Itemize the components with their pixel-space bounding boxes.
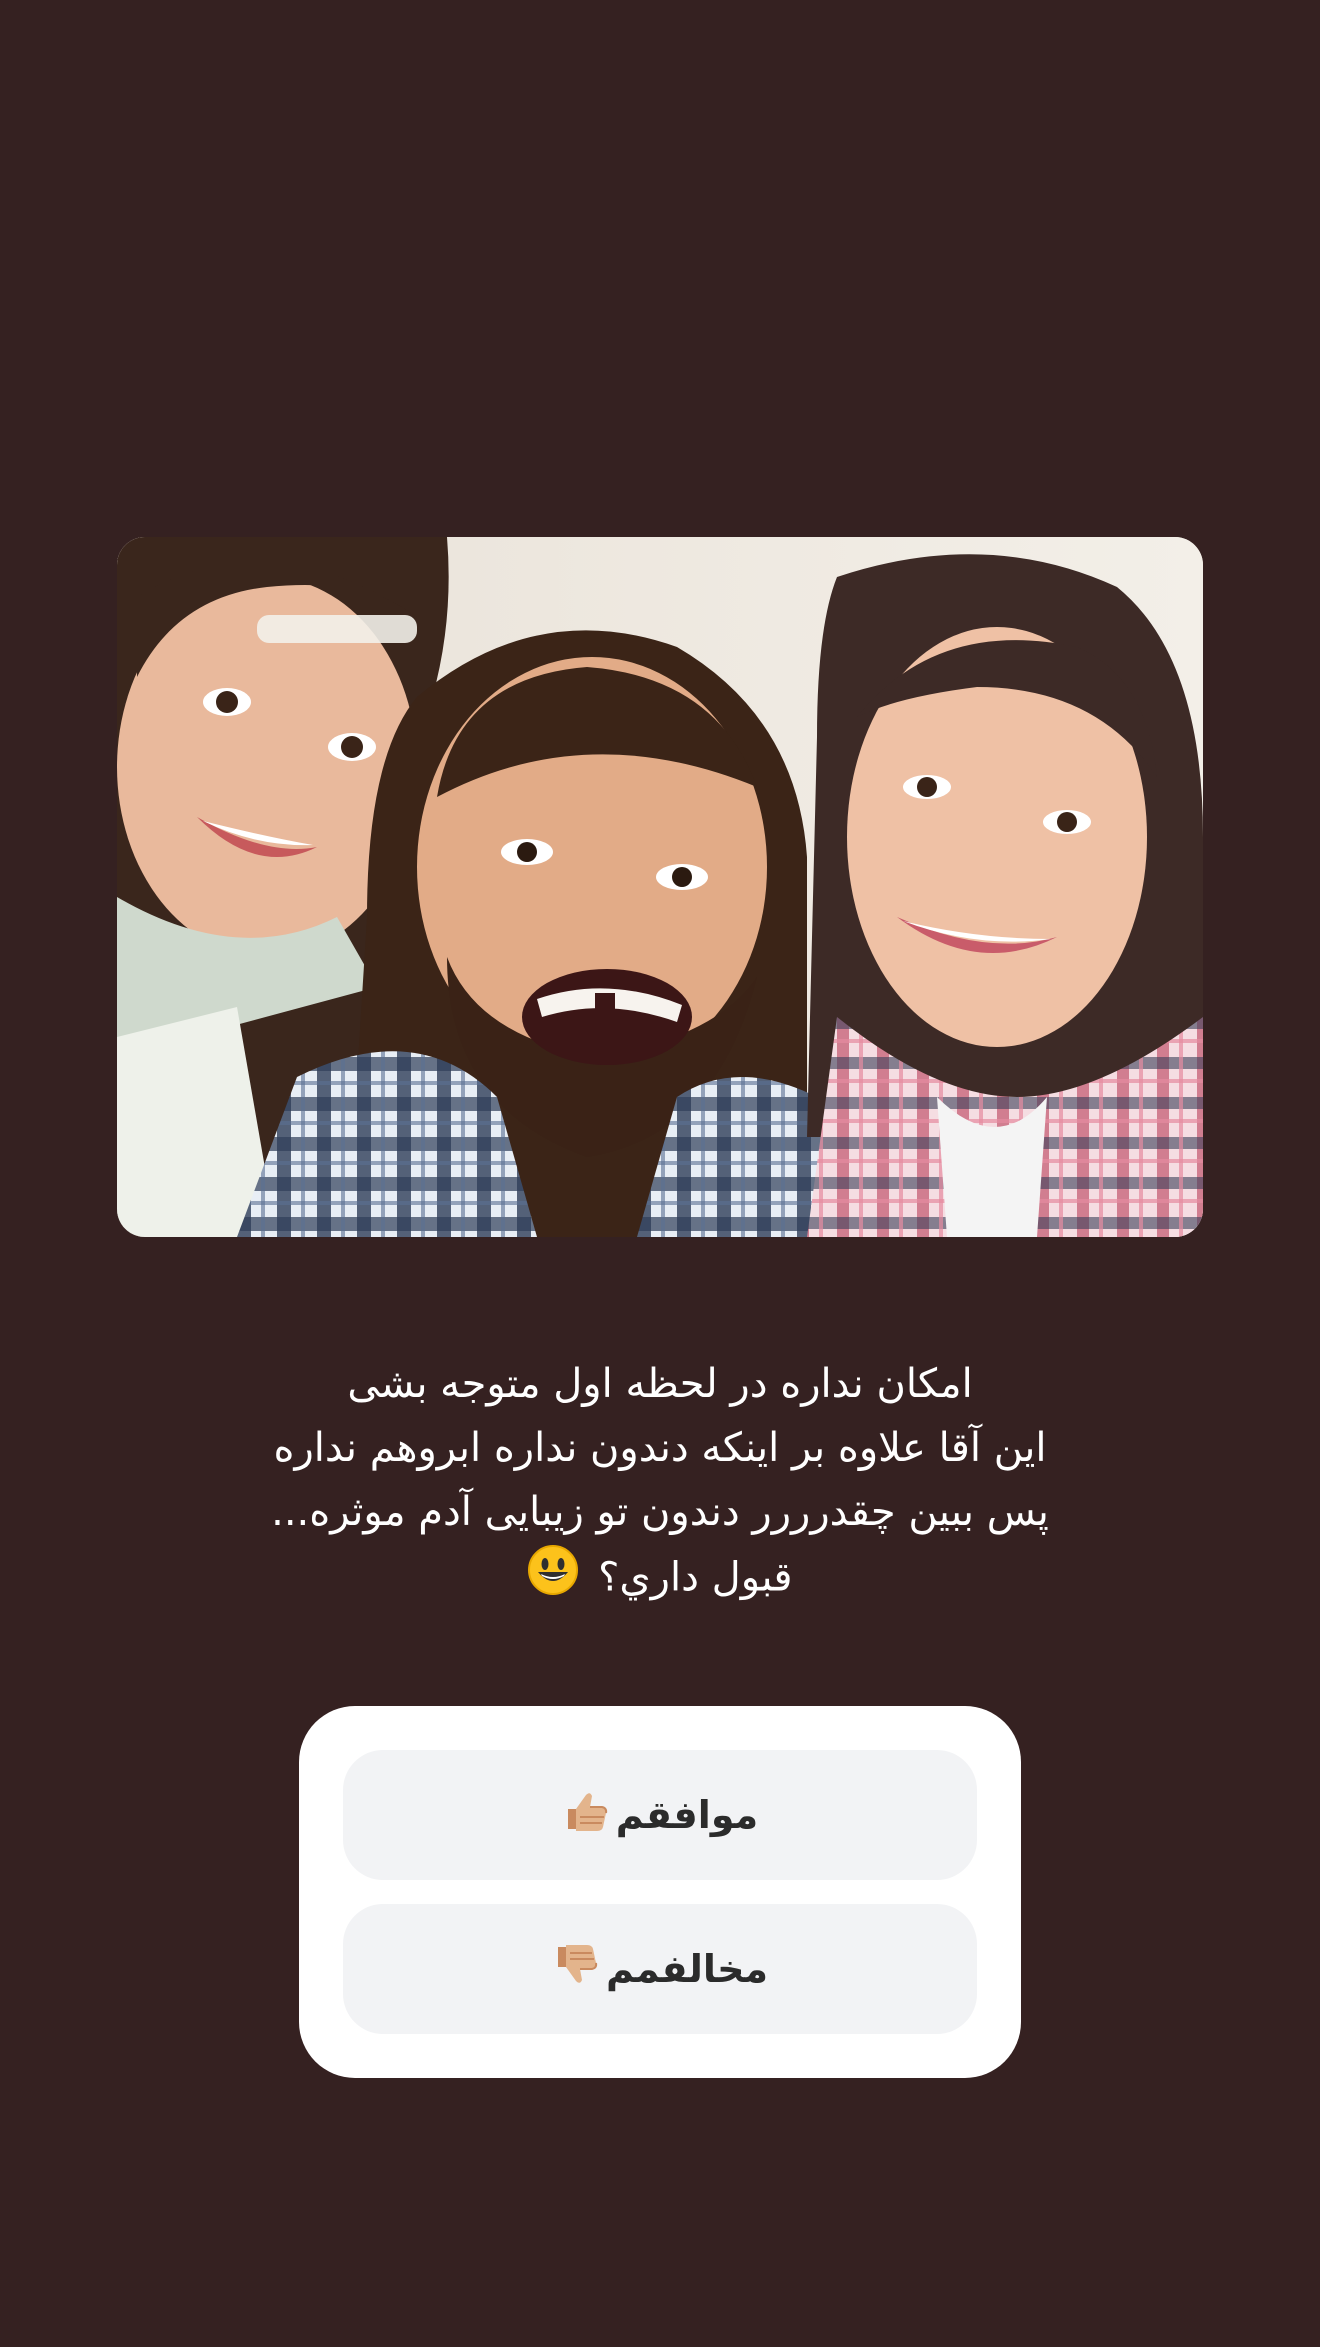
poll-option-content: موافقم bbox=[562, 1787, 758, 1844]
caption-line-question: قبول داري؟ bbox=[150, 1544, 1170, 1615]
poll-option-disagree[interactable]: مخالفمم bbox=[343, 1904, 977, 2034]
caption-line: پس ببین چقدرررر دندون تو زیبایی آدم موثر… bbox=[271, 1489, 1049, 1535]
family-selfie-illustration bbox=[117, 537, 1203, 1237]
thumbs-up-icon bbox=[562, 1787, 610, 1844]
poll-option-label: موافقم bbox=[615, 1793, 759, 1837]
thumbs-down-icon bbox=[552, 1941, 600, 1998]
caption-question-text: قبول داري؟ bbox=[598, 1554, 793, 1601]
poll-option-label: مخالفمم bbox=[605, 1947, 769, 1991]
story-caption: امکان نداره در لحظه اول متوجه بشی این آق… bbox=[150, 1352, 1170, 1615]
poll-option-content: مخالفمم bbox=[552, 1941, 768, 1998]
story-photo bbox=[117, 537, 1203, 1237]
caption-line: امکان نداره در لحظه اول متوجه بشی bbox=[347, 1361, 973, 1407]
poll-option-agree[interactable]: موافقم bbox=[343, 1750, 977, 1880]
smiley-face-icon bbox=[527, 1544, 579, 1615]
poll-card: موافقم مخالفمم bbox=[299, 1706, 1021, 2078]
caption-line: این آقا علاوه بر اینکه دندون نداره ابروه… bbox=[273, 1425, 1047, 1471]
